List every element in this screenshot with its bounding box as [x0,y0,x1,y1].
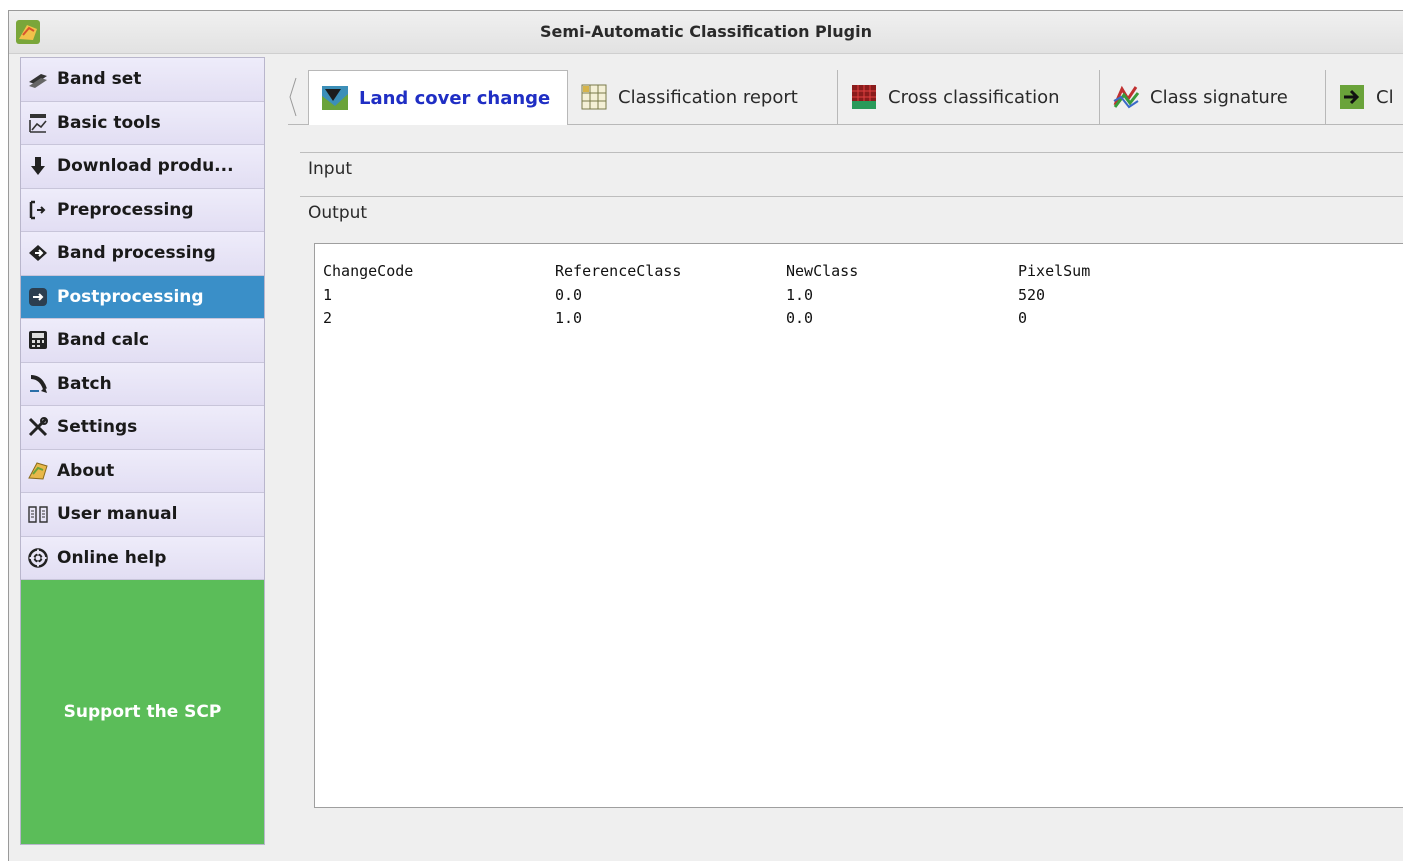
table-header: ReferenceClass [555,262,682,280]
sidebar-item-label: Band processing [57,243,216,264]
input-section[interactable]: Input [300,152,1403,196]
tab-label: Cl [1376,86,1394,108]
sidebar-item-settings[interactable]: Settings [21,406,264,450]
table-cell: 1.0 [786,286,814,304]
sidebar-item-label: Preprocessing [57,199,194,220]
calculator-icon [27,329,49,351]
window-title: Semi-Automatic Classification Plugin [540,22,872,41]
table-header: ChangeCode [323,262,414,280]
sidebar-item-label: Band calc [57,330,150,351]
table-cell: 2 [323,309,333,327]
sidebar-item-label: Postprocessing [57,286,204,307]
sidebar-item-label: Online help [57,547,167,568]
sidebar-item-label: Batch [57,373,112,394]
basic-tools-icon [27,112,49,134]
table-cell: 1 [323,286,333,304]
class-signature-icon [1113,85,1140,109]
tab-label: Cross classification [888,86,1060,108]
preprocessing-icon [27,199,49,221]
sidebar-item-download-products[interactable]: Download produ... [21,145,264,189]
land-cover-change-icon [322,86,348,110]
table-cell: 0.0 [786,309,814,327]
tab-class-signature[interactable]: Class signature [1100,70,1326,124]
tab-label: Classification report [618,86,798,108]
title-bar: Semi-Automatic Classification Plugin [9,11,1403,54]
tab-classification-report[interactable]: Classification report [568,70,838,124]
tab-classification-to-vector[interactable]: Cl [1326,70,1403,124]
sidebar-item-label: Band set [57,69,142,90]
help-icon [27,547,49,569]
sidebar-item-label: User manual [57,504,178,525]
manual-icon [27,503,49,525]
table-cell: 520 [1018,286,1046,304]
classification-report-icon [581,84,607,110]
cross-classification-icon [852,85,876,109]
sidebar-item-band-set[interactable]: Band set [21,58,264,102]
table-cell: 0 [1018,309,1028,327]
sidebar-item-band-processing[interactable]: Band processing [21,232,264,276]
sidebar-item-postprocessing[interactable]: Postprocessing [21,275,264,319]
table-header: NewClass [786,262,859,280]
tab-land-cover-change[interactable]: Land cover change [308,70,568,125]
sidebar-item-label: Settings [57,417,138,438]
sidebar-item-online-help[interactable]: Online help [21,536,264,580]
table-header: PixelSum [1018,262,1091,280]
batch-icon [27,373,49,395]
tab-scroll-left-icon[interactable] [288,76,298,118]
output-section[interactable]: Output [300,196,1403,240]
sidebar: Band set Basic tools Download produ... P… [20,57,265,845]
sidebar-item-user-manual[interactable]: User manual [21,493,264,537]
class-to-vector-icon [1340,85,1364,109]
sidebar-item-preprocessing[interactable]: Preprocessing [21,188,264,232]
sidebar-item-basic-tools[interactable]: Basic tools [21,101,264,145]
support-the-scp-button[interactable]: Support the SCP [21,580,264,844]
sidebar-item-band-calc[interactable]: Band calc [21,319,264,363]
postprocessing-icon [27,286,49,308]
band-set-icon [27,68,49,90]
sidebar-item-label: Download produ... [57,156,234,177]
tab-label: Class signature [1150,86,1288,108]
tab-label: Land cover change [359,87,551,109]
sidebar-item-batch[interactable]: Batch [21,362,264,406]
band-processing-icon [27,242,49,264]
tab-cross-classification[interactable]: Cross classification [838,70,1100,124]
tab-bar: Land cover change Classification report … [288,70,1403,125]
settings-icon [27,416,49,438]
table-cell: 1.0 [555,309,583,327]
sidebar-item-about[interactable]: About [21,449,264,493]
download-icon [27,155,49,177]
sidebar-item-label: About [57,460,115,481]
table-cell: 0.0 [555,286,583,304]
sidebar-item-label: Basic tools [57,112,161,133]
about-icon [27,460,49,482]
output-text-area[interactable]: ChangeCode ReferenceClass NewClass Pixel… [314,243,1403,808]
